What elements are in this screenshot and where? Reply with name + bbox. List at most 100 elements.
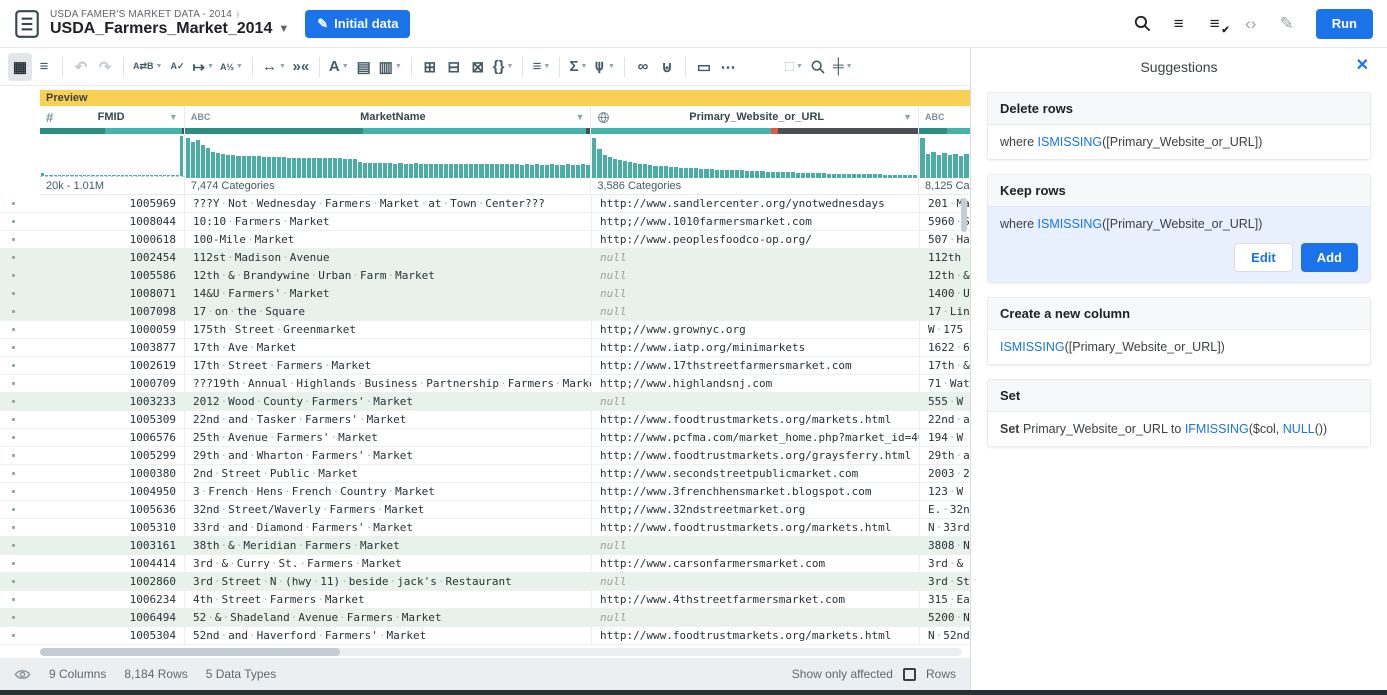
- title-dropdown-icon[interactable]: ▼: [278, 23, 289, 35]
- column-name[interactable]: FMID: [57, 111, 165, 123]
- histogram-bar[interactable]: [674, 167, 678, 178]
- histogram-bar[interactable]: [893, 175, 897, 178]
- histogram-bar[interactable]: [618, 160, 622, 178]
- cell-street[interactable]: N·52nd: [920, 627, 970, 644]
- suggestion-card-body[interactable]: where ISMISSING([Primary_Website_or_URL]…: [988, 207, 1370, 282]
- histogram-bar[interactable]: [669, 167, 673, 178]
- quality-segment-tl[interactable]: [105, 128, 183, 134]
- cell-street[interactable]: 194·W: [920, 429, 970, 446]
- histogram-bar[interactable]: [216, 153, 220, 178]
- cell-fmid[interactable]: 1004414: [40, 555, 185, 572]
- quality-segment-tl[interactable]: [947, 128, 970, 134]
- filter-icon[interactable]: ≡▼: [529, 53, 553, 81]
- quality-segment-td[interactable]: [919, 128, 947, 134]
- quality-segment-dk[interactable]: [778, 128, 918, 134]
- cell-url[interactable]: null: [592, 249, 920, 266]
- extract-icon[interactable]: ↦▼: [189, 53, 217, 81]
- cell-street[interactable]: N·33rd: [920, 519, 970, 536]
- histogram-bar[interactable]: [171, 175, 174, 176]
- cell-url[interactable]: null: [592, 393, 920, 410]
- suggestion-card-title[interactable]: Set: [988, 380, 1370, 412]
- histogram-bar[interactable]: [842, 174, 846, 178]
- suggestion-card-body[interactable]: ISMISSING([Primary_Website_or_URL]): [988, 330, 1370, 364]
- histogram-bar[interactable]: [592, 138, 596, 178]
- histogram-bar[interactable]: [689, 168, 693, 178]
- histogram-bar[interactable]: [429, 164, 433, 178]
- histogram-bar[interactable]: [786, 172, 790, 178]
- column-header-FMID[interactable]: #FMID▼: [40, 106, 184, 128]
- cell-url[interactable]: http://www.pcfma.com/market_home.php?mar…: [592, 429, 920, 446]
- row-gutter[interactable]: [0, 231, 40, 248]
- standardize-icon[interactable]: A✓: [165, 53, 189, 81]
- histogram-bar[interactable]: [121, 175, 124, 176]
- cell-market[interactable]: 33rd·and·Diamond·Farmers'·Market: [185, 519, 592, 536]
- quality-segment-td[interactable]: [40, 128, 105, 134]
- histogram-bar[interactable]: [277, 157, 281, 178]
- cell-market[interactable]: 3rd·Street·N·(hwy·11)·beside·jack's·Rest…: [185, 573, 592, 590]
- cell-street[interactable]: 12th·&: [920, 267, 970, 284]
- histogram-bar[interactable]: [117, 175, 120, 176]
- table-convert-icon[interactable]: ▤: [352, 53, 376, 81]
- cell-fmid[interactable]: 1006576: [40, 429, 185, 446]
- histogram-bar[interactable]: [530, 165, 534, 178]
- histogram-bar[interactable]: [133, 175, 136, 176]
- histogram-bar[interactable]: [414, 163, 418, 178]
- cell-fmid[interactable]: 1008071: [40, 285, 185, 302]
- histogram-bar[interactable]: [338, 158, 342, 178]
- histogram-bar[interactable]: [221, 154, 225, 178]
- histogram-bar[interactable]: [49, 175, 52, 176]
- histogram-bar[interactable]: [343, 159, 347, 178]
- histogram-bar[interactable]: [104, 175, 107, 176]
- quality-segment-td[interactable]: [185, 128, 363, 134]
- cell-fmid[interactable]: 1005969: [40, 195, 185, 212]
- cell-market[interactable]: 17th·Ave·Market: [185, 339, 592, 356]
- cell-url[interactable]: null: [592, 573, 920, 590]
- cell-fmid[interactable]: 1000380: [40, 465, 185, 482]
- histogram-bar[interactable]: [444, 164, 448, 178]
- quality-segment-tl[interactable]: [363, 128, 586, 134]
- histogram-bar[interactable]: [540, 165, 544, 178]
- cell-fmid[interactable]: 1003877: [40, 339, 185, 356]
- recipe-steps-icon[interactable]: ≡: [1168, 13, 1190, 35]
- histogram-bar[interactable]: [312, 158, 316, 178]
- breadcrumb[interactable]: USDA FAMER'S MARKET DATA - 2014 ›: [50, 9, 289, 20]
- row-gutter[interactable]: [0, 285, 40, 302]
- cell-street[interactable]: 71·Wat: [920, 375, 970, 392]
- cell-fmid[interactable]: 1005309: [40, 411, 185, 428]
- histogram-bar[interactable]: [679, 168, 683, 178]
- histogram-bar[interactable]: [545, 165, 549, 178]
- histogram-bar[interactable]: [307, 158, 311, 178]
- histogram-bar[interactable]: [41, 173, 44, 176]
- redo-icon[interactable]: ↷: [93, 53, 117, 81]
- histogram-bar[interactable]: [888, 175, 892, 178]
- histogram-bar[interactable]: [510, 164, 514, 178]
- cell-fmid[interactable]: 1002860: [40, 573, 185, 590]
- histogram-bar[interactable]: [603, 155, 607, 178]
- profile-search-icon[interactable]: [806, 53, 830, 81]
- cell-url[interactable]: http://www.iatp.org/minimarkets: [592, 339, 920, 356]
- column-histogram[interactable]: [591, 134, 918, 178]
- histogram-bar[interactable]: [54, 175, 57, 176]
- cell-market[interactable]: 32nd·Street/Waverly·Farmers·Market: [185, 501, 592, 518]
- column-header-partial[interactable]: ABC: [919, 106, 970, 128]
- row-gutter[interactable]: [0, 267, 40, 284]
- eye-icon[interactable]: [14, 666, 31, 683]
- cell-url[interactable]: http;//www.grownyc.org: [592, 321, 920, 338]
- suggestion-card-body[interactable]: where ISMISSING([Primary_Website_or_URL]…: [988, 125, 1370, 159]
- histogram-bar[interactable]: [816, 173, 820, 178]
- transpose-icon[interactable]: ⊠: [466, 53, 490, 81]
- histogram-bar[interactable]: [867, 174, 871, 178]
- cell-fmid[interactable]: 1000059: [40, 321, 185, 338]
- histogram-bar[interactable]: [964, 154, 969, 178]
- histogram-bar[interactable]: [404, 164, 408, 178]
- cell-street[interactable]: 29th·a: [920, 447, 970, 464]
- row-gutter[interactable]: [0, 627, 40, 644]
- breadcrumb-label[interactable]: USDA FAMER'S MARKET DATA - 2014: [50, 9, 232, 20]
- cell-url[interactable]: http;//www.highlandsnj.com: [592, 375, 920, 392]
- histogram-bar[interactable]: [597, 149, 601, 178]
- row-gutter[interactable]: [0, 195, 40, 212]
- row-gutter[interactable]: [0, 555, 40, 572]
- cell-market[interactable]: 29th·and·Wharton·Farmers'·Market: [185, 447, 592, 464]
- undo-icon[interactable]: ↶: [69, 53, 93, 81]
- cell-fmid[interactable]: 1004950: [40, 483, 185, 500]
